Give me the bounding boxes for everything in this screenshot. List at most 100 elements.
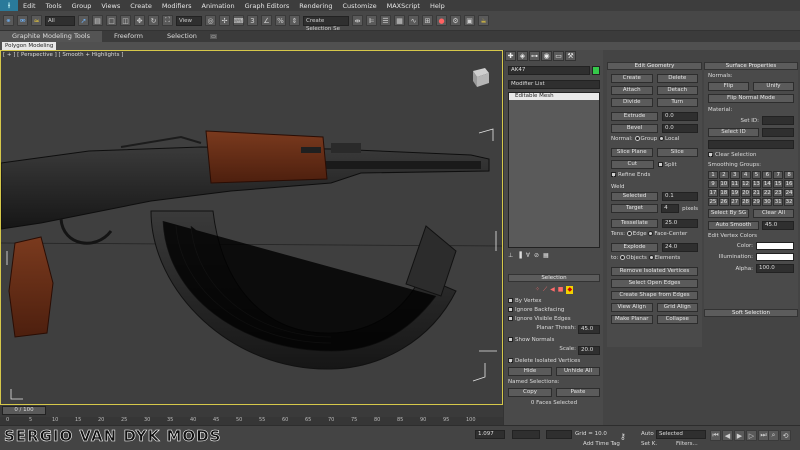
selection-rollout-header[interactable]: Selection xyxy=(508,274,600,282)
tab-selection[interactable]: Selection xyxy=(155,31,209,42)
smoothing-group-button[interactable]: 17 xyxy=(708,189,718,197)
unlink-icon[interactable]: ⚮ xyxy=(17,15,28,26)
reference-coord-dropdown[interactable]: View xyxy=(176,15,202,26)
add-time-tag-label[interactable]: Add Time Tag xyxy=(583,441,620,447)
window-crossing-icon[interactable]: ◫ xyxy=(120,15,131,26)
menu-graph-editors[interactable]: Graph Editors xyxy=(240,2,295,10)
make-unique-icon[interactable]: ∀ xyxy=(526,252,530,262)
pin-stack-icon[interactable]: ⊥ xyxy=(508,252,513,262)
scale-field[interactable]: 20.0 xyxy=(578,346,600,355)
weld-target-button[interactable]: Target xyxy=(611,204,659,213)
vertex-color-swatch[interactable] xyxy=(756,242,794,250)
smoothing-group-button[interactable]: 23 xyxy=(773,189,784,197)
auto-key-label[interactable]: Auto xyxy=(641,431,654,437)
smoothing-group-button[interactable]: 12 xyxy=(740,180,751,188)
display-tab-icon[interactable]: ▭ xyxy=(553,51,564,61)
hierarchy-tab-icon[interactable]: ⊶ xyxy=(529,51,540,61)
weld-selected-button[interactable]: Selected xyxy=(611,192,658,201)
menu-customize[interactable]: Customize xyxy=(337,2,381,10)
render-setup-icon[interactable]: ⚙ xyxy=(450,15,461,26)
align-icon[interactable]: ⊫ xyxy=(366,15,377,26)
slice-button[interactable]: Slice xyxy=(656,148,698,157)
menu-views[interactable]: Views xyxy=(96,2,125,10)
angle-snap-icon[interactable]: ∠ xyxy=(261,15,272,26)
curve-editor-icon[interactable]: ∿ xyxy=(408,15,419,26)
menu-edit[interactable]: Edit xyxy=(18,2,41,10)
smoothing-group-button[interactable]: 19 xyxy=(729,189,740,197)
smoothing-group-button[interactable]: 5 xyxy=(751,171,762,179)
smoothing-group-button[interactable]: 14 xyxy=(762,180,773,188)
smoothing-group-button[interactable]: 29 xyxy=(751,198,762,206)
key-icon[interactable]: ⚷ xyxy=(620,432,626,441)
menu-maxscript[interactable]: MAXScript xyxy=(382,2,425,10)
modify-tab-icon[interactable]: ◈ xyxy=(517,51,528,61)
time-slider[interactable]: 0 / 100 xyxy=(0,405,503,417)
menu-create[interactable]: Create xyxy=(125,2,157,10)
time-slider-thumb[interactable]: 0 / 100 xyxy=(2,406,46,415)
create-button[interactable]: Create xyxy=(611,74,653,83)
cut-button[interactable]: Cut xyxy=(611,160,654,169)
key-mode-dropdown[interactable]: Selected xyxy=(656,430,706,439)
z-coordinate-field[interactable] xyxy=(546,430,572,439)
schematic-view-icon[interactable]: ⊞ xyxy=(422,15,433,26)
mirror-icon[interactable]: ⇹ xyxy=(352,15,363,26)
smoothing-group-button[interactable]: 27 xyxy=(729,198,740,206)
smoothing-group-button[interactable]: 15 xyxy=(773,180,784,188)
select-by-sg-button[interactable]: Select By SG xyxy=(708,209,749,218)
tab-polygon-modeling[interactable]: Polygon Modeling xyxy=(2,42,57,50)
detach-button[interactable]: Detach xyxy=(656,86,698,95)
layer-manager-icon[interactable]: ☰ xyxy=(380,15,391,26)
unhide-all-button[interactable]: Unhide All xyxy=(556,367,600,376)
manipulate-icon[interactable]: ✢ xyxy=(219,15,230,26)
go-to-start-icon[interactable]: ⏮ xyxy=(710,430,721,441)
normal-local-radio[interactable] xyxy=(659,136,665,141)
percent-snap-icon[interactable]: % xyxy=(275,15,286,26)
snaps-toggle-icon[interactable]: 3 xyxy=(247,15,258,26)
menu-modifiers[interactable]: Modifiers xyxy=(157,2,197,10)
smoothing-group-button[interactable]: 26 xyxy=(718,198,729,206)
smoothing-group-button[interactable]: 21 xyxy=(751,189,762,197)
y-coordinate-field[interactable] xyxy=(512,430,540,439)
tessellate-face-center-radio[interactable] xyxy=(648,231,654,236)
select-id-field[interactable] xyxy=(762,128,794,137)
object-color-swatch[interactable] xyxy=(592,66,600,75)
create-shape-from-edges-button[interactable]: Create Shape from Edges xyxy=(611,291,698,300)
perspective-viewport[interactable]: [ + ] [ Perspective ] [ Smooth + Highlig… xyxy=(0,50,503,405)
spinner-snap-icon[interactable]: ⇕ xyxy=(289,15,300,26)
rect-selection-icon[interactable]: □ xyxy=(106,15,117,26)
view-align-button[interactable]: View Align xyxy=(611,303,653,312)
smoothing-group-button[interactable]: 13 xyxy=(751,180,762,188)
motion-tab-icon[interactable]: ◉ xyxy=(541,51,552,61)
smoothing-group-button[interactable]: 28 xyxy=(740,198,751,206)
named-selection-sets-dropdown[interactable]: Create Selection Se xyxy=(303,15,349,32)
select-object-icon[interactable]: ➚ xyxy=(78,15,89,26)
graphite-toggle-icon[interactable]: ▦ xyxy=(394,15,405,26)
unify-button[interactable]: Unify xyxy=(753,82,794,91)
extrude-button[interactable]: Extrude xyxy=(611,112,658,121)
edge-mode-icon[interactable]: ⟋ xyxy=(543,286,547,294)
smoothing-group-button[interactable]: 25 xyxy=(708,198,718,206)
explode-elements-radio[interactable] xyxy=(648,255,654,260)
set-id-field[interactable] xyxy=(762,116,794,125)
make-planar-button[interactable]: Make Planar xyxy=(611,315,653,324)
modifier-stack[interactable]: Editable Mesh xyxy=(508,92,600,248)
remove-modifier-icon[interactable]: ⊘ xyxy=(534,252,539,262)
weld-threshold-field[interactable]: 0.1 xyxy=(662,192,698,201)
ignore-backfacing-checkbox[interactable] xyxy=(508,307,513,312)
smoothing-group-button[interactable]: 9 xyxy=(708,180,718,188)
smoothing-group-button[interactable]: 11 xyxy=(729,180,740,188)
link-icon[interactable]: ⚭ xyxy=(3,15,14,26)
tab-graphite-modeling-tools[interactable]: Graphite Modeling Tools xyxy=(0,31,103,42)
pivot-center-icon[interactable]: ◎ xyxy=(205,15,216,26)
smoothing-group-button[interactable]: 1 xyxy=(708,171,718,179)
alpha-field[interactable]: 100.0 xyxy=(756,264,794,273)
smoothing-group-button[interactable]: 4 xyxy=(740,171,751,179)
illumination-color-swatch[interactable] xyxy=(756,253,794,261)
polygon-mode-icon[interactable]: ■ xyxy=(558,286,564,294)
auto-smooth-field[interactable]: 45.0 xyxy=(762,221,794,230)
auto-smooth-button[interactable]: Auto Smooth xyxy=(708,221,759,230)
key-filters-label[interactable]: Filters... xyxy=(676,441,698,447)
flip-button[interactable]: Flip xyxy=(708,82,749,91)
menu-group[interactable]: Group xyxy=(67,2,97,10)
menu-animation[interactable]: Animation xyxy=(197,2,240,10)
